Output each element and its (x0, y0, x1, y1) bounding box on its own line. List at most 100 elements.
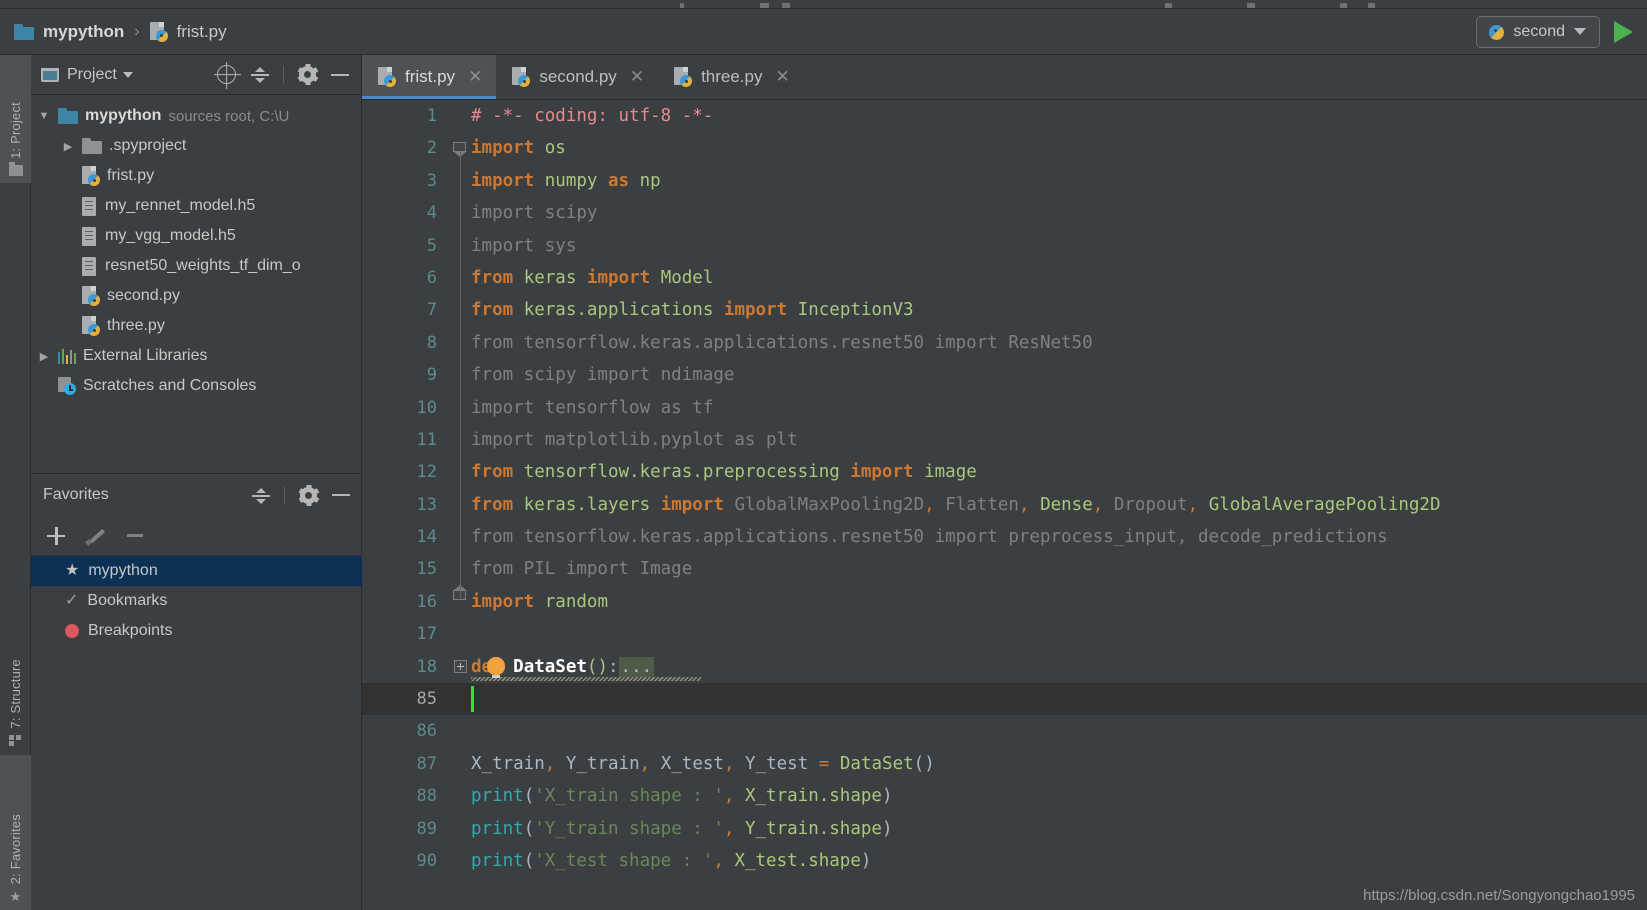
chevron-down-icon[interactable] (122, 71, 133, 78)
fold-gutter[interactable] (450, 553, 471, 586)
code-line[interactable]: 9 from scipy import ndimage (362, 359, 1647, 392)
fold-gutter[interactable] (450, 845, 471, 877)
editor-tab-frist-py[interactable]: frist.py ✕ (362, 55, 497, 99)
intention-bulb-icon[interactable] (487, 656, 505, 678)
fold-gutter[interactable] (450, 780, 471, 812)
tree-item-external-libraries[interactable]: ▶ External Libraries (31, 341, 361, 371)
tree-item-frist-py[interactable]: frist.py (31, 161, 361, 191)
code-token: 'X_test shape : ' (534, 850, 714, 871)
fold-gutter[interactable] (450, 456, 471, 489)
chevron-right-icon[interactable]: ▶ (37, 350, 51, 363)
fold-gutter[interactable] (450, 164, 471, 198)
sidebar-item-structure[interactable]: 7: Structure (0, 633, 31, 753)
expand-fold-icon[interactable] (454, 659, 467, 673)
code-line[interactable]: 7 from keras.applications import Inceptio… (362, 294, 1647, 327)
favorites-item-mypython[interactable]: ★ mypython (31, 556, 362, 586)
fold-gutter[interactable] (450, 359, 471, 392)
chevron-down-icon[interactable] (1574, 28, 1586, 35)
code-line[interactable]: 87 X_train, Y_train, X_test, Y_test = Dat… (362, 748, 1647, 780)
editor-tab-second-py[interactable]: second.py ✕ (496, 55, 658, 99)
tree-item-mypython[interactable]: ▼ mypython sources root, C:\U (31, 101, 361, 131)
code-editor[interactable]: 1 # -*- coding: utf-8 -*- 2 import os 3 impor… (362, 100, 1647, 910)
fold-gutter[interactable] (450, 618, 471, 650)
close-icon[interactable]: ✕ (776, 67, 790, 87)
favorites-item-bookmarks[interactable]: ✓ Bookmarks (31, 586, 362, 616)
fold-gutter[interactable] (450, 423, 471, 457)
tree-item-my-rennet-model[interactable]: my_rennet_model.h5 (31, 191, 361, 221)
breadcrumb-item-project[interactable]: mypython (14, 22, 124, 42)
fold-gutter[interactable] (450, 584, 471, 618)
code-line[interactable]: 86 (362, 715, 1647, 747)
run-triangle-icon[interactable] (1614, 20, 1633, 43)
code-line[interactable]: 4 import scipy (362, 197, 1647, 230)
fold-gutter[interactable] (450, 683, 471, 715)
code-line[interactable]: 5 import sys (362, 229, 1647, 262)
chevron-right-icon[interactable]: ▶ (61, 140, 75, 153)
code-line[interactable]: 14 from tensorflow.keras.applications.res… (362, 521, 1647, 554)
run-configuration-selector[interactable]: second (1476, 15, 1600, 48)
fold-gutter[interactable] (450, 391, 471, 424)
gear-icon[interactable] (297, 64, 318, 85)
fold-gutter[interactable] (450, 261, 471, 295)
fold-gutter[interactable] (450, 229, 471, 262)
close-icon[interactable]: ✕ (630, 67, 644, 87)
code-line[interactable]: 1 # -*- coding: utf-8 -*- (362, 100, 1647, 132)
code-line[interactable]: 8 from tensorflow.keras.applications.resn… (362, 326, 1647, 360)
code-line[interactable]: 12 from tensorflow.keras.preprocessing im… (362, 456, 1647, 489)
code-line[interactable]: 88 print('X_train shape : ', X_train.shap… (362, 780, 1647, 812)
fold-gutter[interactable] (450, 521, 471, 554)
fold-gutter[interactable] (450, 197, 471, 230)
fold-gutter[interactable] (450, 132, 471, 165)
close-icon[interactable]: ✕ (468, 67, 482, 87)
sidebar-item-favorites[interactable]: ★ 2: Favorites (0, 755, 31, 910)
code-line[interactable]: 11 import matplotlib.pyplot as plt (362, 423, 1647, 457)
code-line[interactable]: 17 (362, 618, 1647, 650)
add-icon[interactable] (47, 526, 65, 545)
remove-icon[interactable] (127, 534, 143, 537)
fold-gutter[interactable] (450, 100, 471, 132)
menu-bar-sliver[interactable] (0, 0, 1647, 9)
fold-gutter[interactable] (450, 326, 471, 360)
fold-gutter[interactable] (450, 715, 471, 747)
edit-icon[interactable] (87, 527, 105, 545)
tree-item-spyproject[interactable]: ▶ .spyproject (31, 131, 361, 161)
fold-gutter[interactable] (450, 813, 471, 845)
toolbar-divider (283, 65, 284, 84)
gear-icon[interactable] (298, 484, 319, 506)
code-line[interactable]: 90 print('X_test shape : ', X_test.shape) (362, 845, 1647, 877)
tree-item-three-py[interactable]: three.py (31, 311, 361, 341)
fold-gutter[interactable] (450, 748, 471, 780)
editor-tab-three-py[interactable]: three.py ✕ (658, 55, 804, 99)
tree-item-scratches-and-consoles[interactable]: Scratches and Consoles (31, 371, 361, 401)
fold-gutter[interactable] (450, 488, 471, 522)
tree-item-resnet50-weights[interactable]: resnet50_weights_tf_dim_o (31, 251, 361, 281)
fold-gutter[interactable] (450, 651, 471, 683)
favorites-item-breakpoints[interactable]: Breakpoints (31, 616, 362, 646)
code-line[interactable]: 2 import os (362, 132, 1647, 165)
fold-region-start-icon[interactable] (453, 142, 467, 158)
hide-icon[interactable] (331, 73, 349, 76)
editor-tab-label: frist.py (405, 67, 456, 86)
code-line[interactable]: 10 import tensorflow as tf (362, 391, 1647, 424)
chevron-down-icon[interactable]: ▼ (37, 110, 51, 122)
code-line[interactable]: 85 (362, 683, 1647, 716)
code-line[interactable]: 89 print('Y_train shape : ', Y_train.shap… (362, 813, 1647, 845)
collapse-all-icon[interactable] (250, 66, 269, 83)
tree-item-my-vgg-model[interactable]: my_vgg_model.h5 (31, 221, 361, 251)
locate-target-icon[interactable] (217, 65, 236, 84)
collapse-all-icon[interactable] (251, 487, 270, 504)
sidebar-item-project[interactable]: 1: Project (0, 55, 31, 183)
code-line[interactable]: 15 from PIL import Image (362, 553, 1647, 586)
breadcrumb-item-file[interactable]: frist.py (149, 21, 227, 42)
code-line[interactable]: 6 from keras import Model (362, 261, 1647, 295)
code-line[interactable]: 16 import random (362, 584, 1647, 618)
fold-gutter[interactable] (450, 294, 471, 327)
code-line[interactable]: 13 from keras.layers import GlobalMaxPool… (362, 488, 1647, 522)
tree-item-second-py[interactable]: second.py (31, 281, 361, 311)
hide-icon[interactable] (332, 494, 350, 496)
python-file-icon (149, 21, 168, 42)
code-token: import (586, 267, 651, 288)
code-line[interactable]: 3 import numpy as np (362, 164, 1647, 198)
code-line[interactable]: 18 def DataSet():... (362, 651, 1647, 683)
